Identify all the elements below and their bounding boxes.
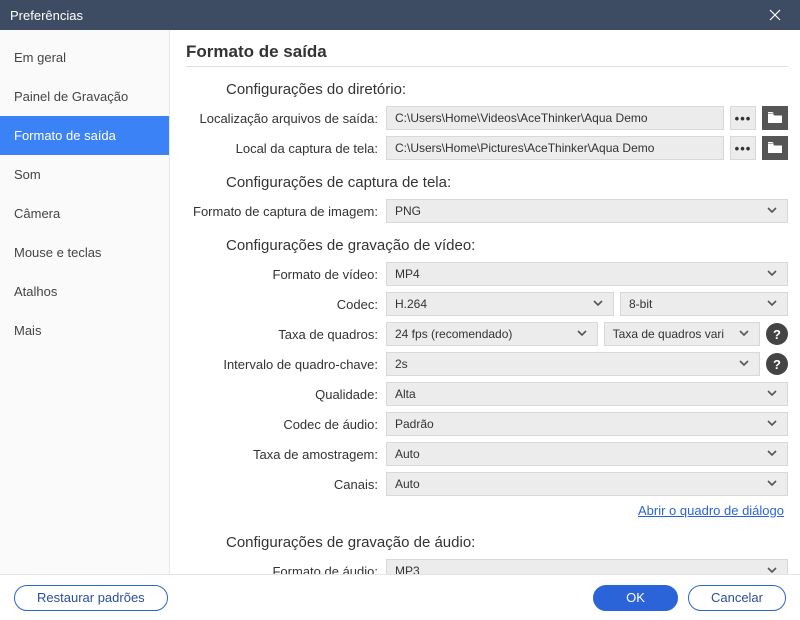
chevron-down-icon: [765, 563, 779, 575]
section-directory: Configurações do diretório:: [226, 81, 788, 98]
sidebar-item-recording-panel[interactable]: Painel de Gravação: [0, 77, 169, 116]
screenshot-location-browse-button[interactable]: •••: [730, 136, 756, 160]
sidebar-item-camera[interactable]: Câmera: [0, 194, 169, 233]
output-location-open-folder-button[interactable]: [762, 106, 788, 130]
channels-value: Auto: [395, 477, 420, 491]
keyframe-label: Intervalo de quadro-chave:: [186, 357, 386, 372]
quality-label: Qualidade:: [186, 387, 386, 402]
output-location-browse-button[interactable]: •••: [730, 106, 756, 130]
ok-button[interactable]: OK: [593, 585, 678, 611]
chevron-down-icon: [765, 446, 779, 460]
keyframe-value: 2s: [395, 357, 408, 371]
section-screenshot: Configurações de captura de tela:: [226, 174, 788, 191]
image-format-select[interactable]: PNG: [386, 199, 788, 223]
chevron-down-icon: [737, 326, 751, 340]
video-codec-value: H.264: [395, 297, 427, 311]
folder-icon: [768, 142, 782, 154]
video-format-label: Formato de vídeo:: [186, 267, 386, 282]
fps-mode-select[interactable]: Taxa de quadros vari: [604, 322, 760, 346]
restore-defaults-button[interactable]: Restaurar padrões: [14, 585, 168, 611]
video-codec-label: Codec:: [186, 297, 386, 312]
sample-rate-value: Auto: [395, 447, 420, 461]
quality-value: Alta: [395, 387, 416, 401]
fps-mode-value: Taxa de quadros vari: [613, 327, 724, 341]
audio-codec-select[interactable]: Padrão: [386, 412, 788, 436]
page-title: Formato de saída: [186, 42, 788, 62]
audio-codec-value: Padrão: [395, 417, 434, 431]
chevron-down-icon: [591, 296, 605, 310]
folder-icon: [768, 112, 782, 124]
audio-format-value: MP3: [395, 564, 420, 574]
sidebar: Em geral Painel de Gravação Formato de s…: [0, 30, 170, 574]
keyframe-help-button[interactable]: ?: [766, 353, 788, 375]
close-button[interactable]: [760, 0, 790, 30]
sidebar-item-sound[interactable]: Som: [0, 155, 169, 194]
keyframe-select[interactable]: 2s: [386, 352, 760, 376]
content-pane: Formato de saída Configurações do diretó…: [170, 30, 800, 574]
video-bitdepth-value: 8-bit: [629, 297, 652, 311]
video-bitdepth-select[interactable]: 8-bit: [620, 292, 788, 316]
audio-format-label: Formato de áudio:: [186, 564, 386, 575]
chevron-down-icon: [765, 416, 779, 430]
sample-rate-label: Taxa de amostragem:: [186, 447, 386, 462]
section-audio: Configurações de gravação de áudio:: [226, 534, 788, 551]
chevron-down-icon: [765, 476, 779, 490]
image-format-value: PNG: [395, 204, 421, 218]
main-area: Em geral Painel de Gravação Formato de s…: [0, 30, 800, 574]
screenshot-location-open-folder-button[interactable]: [762, 136, 788, 160]
audio-format-select[interactable]: MP3: [386, 559, 788, 574]
sidebar-item-more[interactable]: Mais: [0, 311, 169, 350]
chevron-down-icon: [737, 356, 751, 370]
fps-select[interactable]: 24 fps (recomendado): [386, 322, 598, 346]
video-format-value: MP4: [395, 267, 420, 281]
channels-select[interactable]: Auto: [386, 472, 788, 496]
titlebar: Preferências: [0, 0, 800, 30]
chevron-down-icon: [575, 326, 589, 340]
close-icon: [768, 8, 782, 22]
output-location-label: Localização arquivos de saída:: [186, 111, 386, 126]
image-format-label: Formato de captura de imagem:: [186, 204, 386, 219]
sidebar-item-output-format[interactable]: Formato de saída: [0, 116, 169, 155]
sidebar-item-mouse-keys[interactable]: Mouse e teclas: [0, 233, 169, 272]
window-title: Preferências: [10, 8, 83, 23]
section-video: Configurações de gravação de vídeo:: [226, 237, 788, 254]
sidebar-item-general[interactable]: Em geral: [0, 38, 169, 77]
chevron-down-icon: [765, 203, 779, 217]
cancel-button[interactable]: Cancelar: [688, 585, 786, 611]
footer: Restaurar padrões OK Cancelar: [0, 574, 800, 620]
video-codec-select[interactable]: H.264: [386, 292, 614, 316]
screenshot-location-field[interactable]: C:\Users\Home\Pictures\AceThinker\Aqua D…: [386, 136, 724, 160]
fps-help-button[interactable]: ?: [766, 323, 788, 345]
divider: [186, 66, 788, 67]
sidebar-item-shortcuts[interactable]: Atalhos: [0, 272, 169, 311]
sample-rate-select[interactable]: Auto: [386, 442, 788, 466]
chevron-down-icon: [765, 386, 779, 400]
fps-value: 24 fps (recomendado): [395, 327, 512, 341]
chevron-down-icon: [765, 266, 779, 280]
chevron-down-icon: [765, 296, 779, 310]
audio-codec-label: Codec de áudio:: [186, 417, 386, 432]
screenshot-location-label: Local da captura de tela:: [186, 141, 386, 156]
video-format-select[interactable]: MP4: [386, 262, 788, 286]
quality-select[interactable]: Alta: [386, 382, 788, 406]
output-location-field[interactable]: C:\Users\Home\Videos\AceThinker\Aqua Dem…: [386, 106, 724, 130]
channels-label: Canais:: [186, 477, 386, 492]
fps-label: Taxa de quadros:: [186, 327, 386, 342]
open-dialog-link[interactable]: Abrir o quadro de diálogo: [638, 503, 784, 518]
